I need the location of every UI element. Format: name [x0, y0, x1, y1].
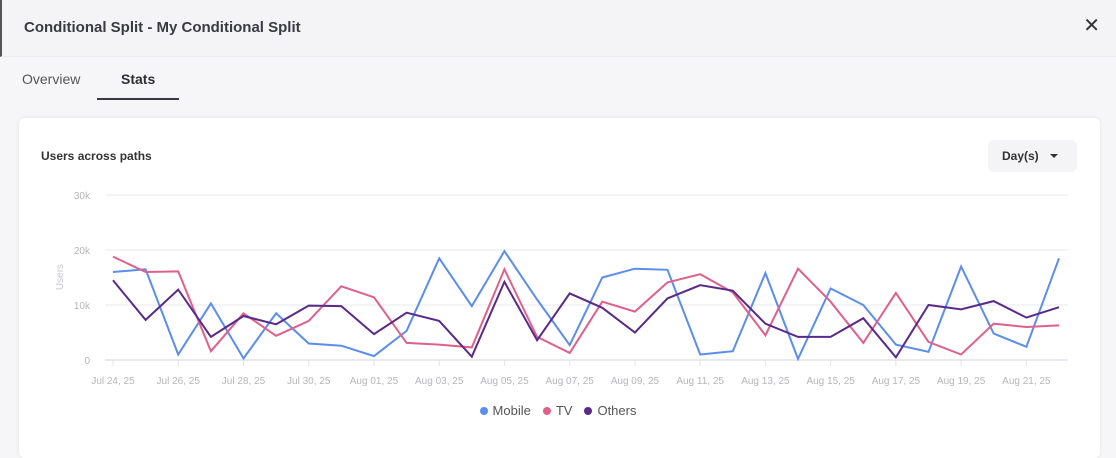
x-tick-label: Aug 21, 25 — [1002, 376, 1051, 387]
x-tick-label: Jul 26, 25 — [157, 376, 201, 387]
legend-label: Others — [597, 403, 637, 418]
legend-label: TV — [555, 403, 573, 418]
legend-dot-icon — [479, 407, 488, 415]
legend-item-tv[interactable]: TV — [542, 403, 573, 418]
x-tick-label: Aug 07, 25 — [545, 376, 594, 387]
y-axis-label: Users — [55, 264, 66, 290]
legend-item-others[interactable]: Others — [584, 403, 636, 418]
y-tick-label: 0 — [84, 356, 90, 367]
x-tick-label: Jul 24, 25 — [91, 376, 135, 387]
legend-dot-icon — [542, 407, 551, 415]
legend-dot-icon — [584, 407, 593, 415]
legend-item-mobile[interactable]: Mobile — [479, 403, 531, 418]
x-tick-label: Aug 03, 25 — [415, 376, 464, 387]
x-tick-label: Jul 30, 25 — [287, 376, 331, 387]
legend-label: Mobile — [492, 403, 531, 418]
x-tick-label: Aug 09, 25 — [611, 376, 660, 387]
chart-legend: Mobile TV Others — [0, 403, 1116, 418]
x-tick-label: Aug 17, 25 — [872, 376, 921, 387]
y-tick-label: 20k — [74, 246, 91, 257]
x-tick-label: Aug 15, 25 — [806, 376, 855, 387]
x-tick-label: Aug 11, 25 — [676, 376, 724, 387]
x-tick-label: Aug 13, 25 — [741, 376, 790, 387]
y-tick-label: 10k — [74, 301, 91, 312]
line-chart: Users 0 10k 20k 30k Jul 24, 25 Jul 26, 25 Jul … — [55, 191, 1068, 387]
x-tick-label: Aug 05, 25 — [480, 376, 529, 387]
series-line-others — [112, 279, 1060, 360]
x-tick-label: Jul 28, 25 — [222, 376, 266, 387]
y-tick-label: 30k — [74, 191, 91, 202]
x-tick-label: Aug 19, 25 — [937, 376, 986, 387]
x-tick-label: Aug 01, 25 — [350, 376, 399, 387]
